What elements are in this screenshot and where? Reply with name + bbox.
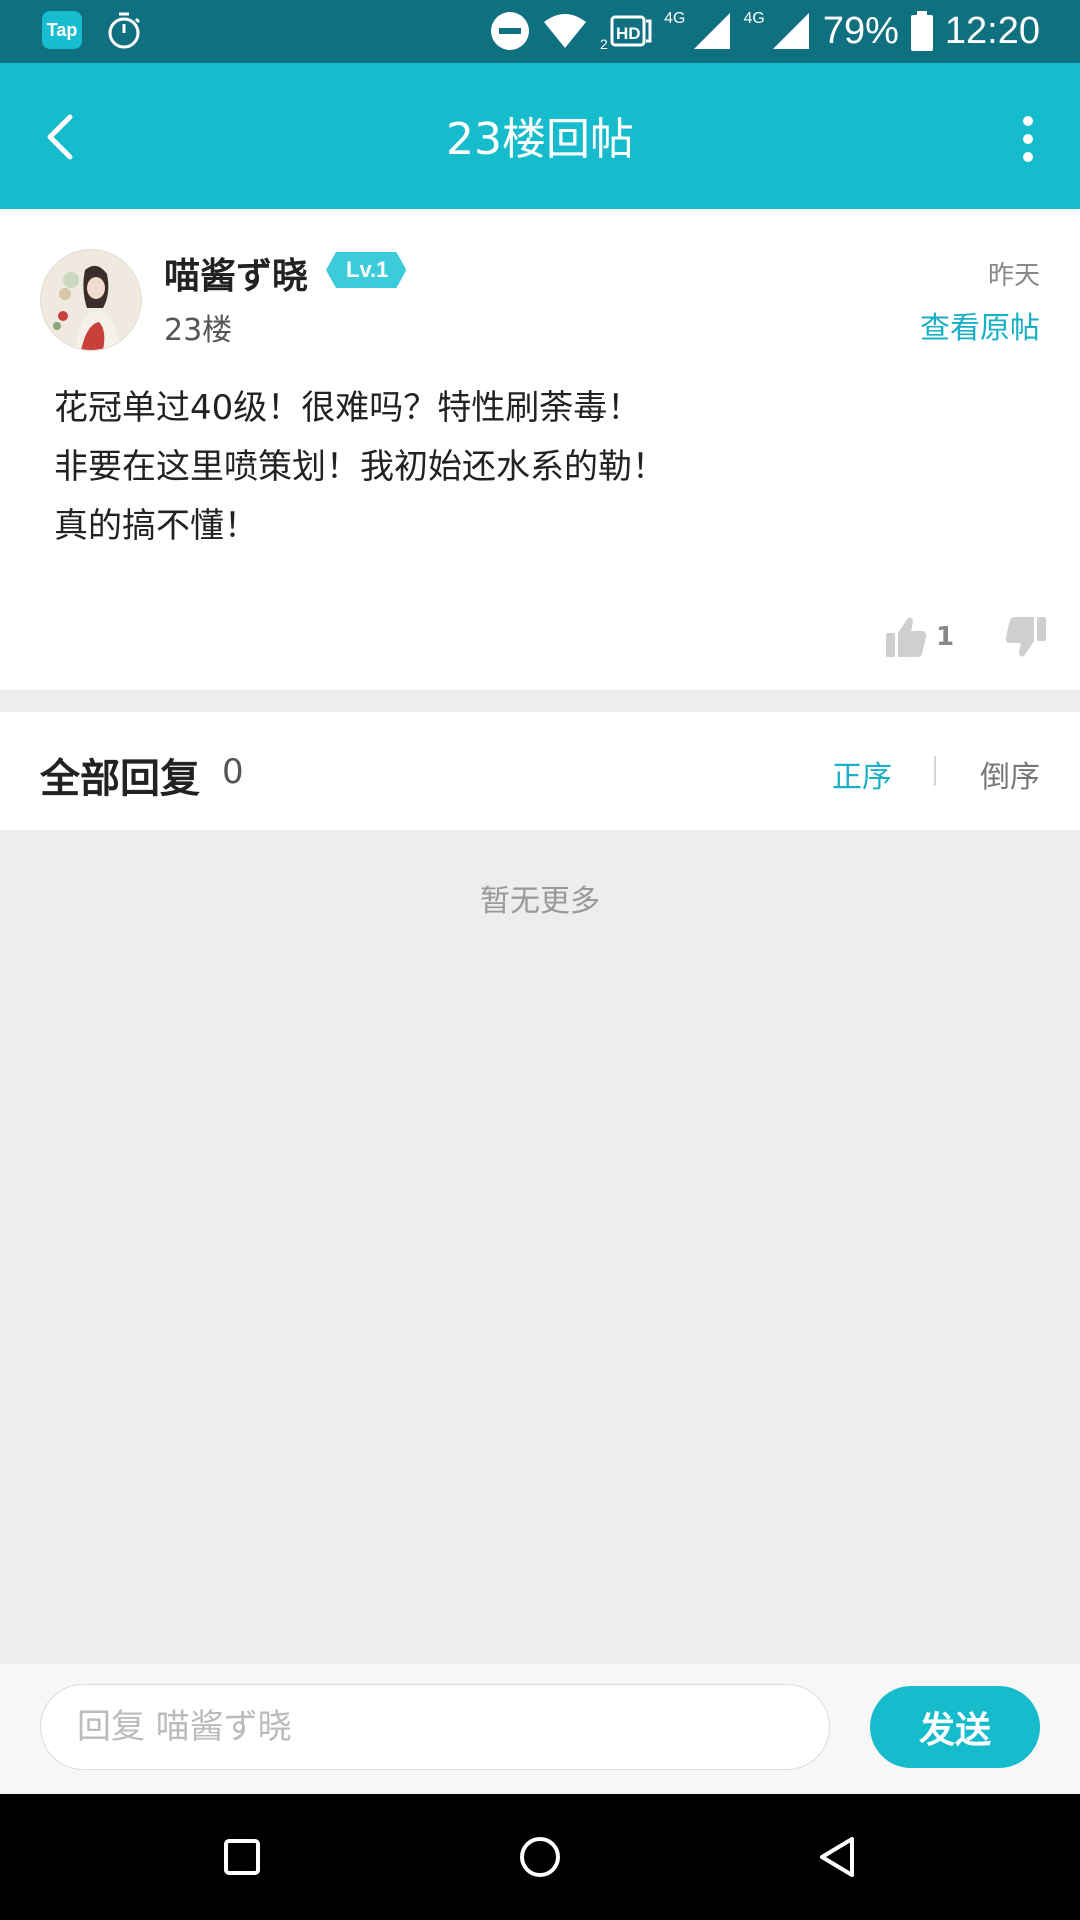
- home-button[interactable]: [516, 1833, 564, 1881]
- system-nav-bar: [0, 1794, 1080, 1920]
- back-nav-button[interactable]: [814, 1833, 862, 1881]
- like-count: 1: [936, 622, 955, 652]
- battery-icon: [910, 11, 933, 51]
- hd-icon: 2 HD: [600, 15, 652, 51]
- wifi-icon: [544, 14, 587, 48]
- replies-title: 全部回复: [40, 756, 200, 802]
- app-header: 23楼回帖: [0, 63, 1080, 209]
- like-button[interactable]: 1: [884, 615, 954, 659]
- network-type-label: 4G: [743, 10, 765, 27]
- dislike-button[interactable]: [1004, 615, 1048, 663]
- reply-input[interactable]: [40, 1684, 830, 1770]
- svg-text:HD: HD: [616, 24, 641, 43]
- clock: 12:20: [944, 9, 1040, 52]
- signal-icon: [693, 13, 730, 49]
- signal-icon: [772, 13, 809, 49]
- sort-divider: [934, 756, 936, 786]
- sort-ascending-tab[interactable]: 正序: [832, 752, 892, 796]
- avatar-illustration: [41, 250, 141, 350]
- dnd-icon: [491, 12, 530, 50]
- square-icon: [224, 1839, 260, 1875]
- post-content-line: 真的搞不懂！: [54, 506, 258, 546]
- thumbs-down-icon: [1005, 617, 1046, 657]
- sort-descending-tab[interactable]: 倒序: [980, 752, 1040, 796]
- level-badge: Lv.1: [326, 252, 406, 288]
- username[interactable]: 喵酱ず晓: [164, 247, 308, 299]
- reply-bar: 发送: [0, 1664, 1080, 1794]
- send-button[interactable]: 发送: [870, 1686, 1040, 1768]
- post-time: 昨天: [987, 261, 1040, 291]
- post-content-line: 花冠单过40级！很难吗？特性刷荼毒！: [54, 388, 642, 428]
- recents-button[interactable]: [218, 1833, 266, 1881]
- more-button[interactable]: [1016, 109, 1040, 169]
- tap-app-icon: Tap: [42, 11, 82, 49]
- view-original-link[interactable]: 查看原帖: [920, 303, 1040, 347]
- more-vertical-icon: [1023, 116, 1033, 162]
- post-content: 花冠单过40级！很难吗？特性刷荼毒！ 非要在这里喷策划！我初始还水系的勒！ 真的…: [54, 379, 1034, 556]
- replies-count: 0: [222, 752, 244, 792]
- timer-icon: [108, 12, 141, 49]
- replies-header: 全部回复 0 正序 倒序: [0, 712, 1080, 830]
- post-content-line: 非要在这里喷策划！我初始还水系的勒！: [54, 447, 666, 487]
- floor-number: 23楼: [164, 313, 233, 348]
- avatar[interactable]: [40, 249, 142, 351]
- status-bar: Tap 2 HD 4G 4G 79% 12:20: [0, 0, 1080, 63]
- page-title: 23楼回帖: [446, 114, 634, 165]
- circle-icon: [520, 1837, 560, 1877]
- svg-text:2: 2: [600, 36, 608, 51]
- thumbs-up-icon: [886, 617, 927, 657]
- post-card: 喵酱ず晓 Lv.1 23楼 昨天 查看原帖 花冠单过40级！很难吗？特性刷荼毒！…: [0, 209, 1080, 690]
- triangle-back-icon: [820, 1837, 854, 1877]
- empty-replies-text: 暂无更多: [480, 884, 600, 919]
- battery-percent: 79%: [822, 9, 899, 52]
- network-type-label: 4G: [664, 10, 686, 27]
